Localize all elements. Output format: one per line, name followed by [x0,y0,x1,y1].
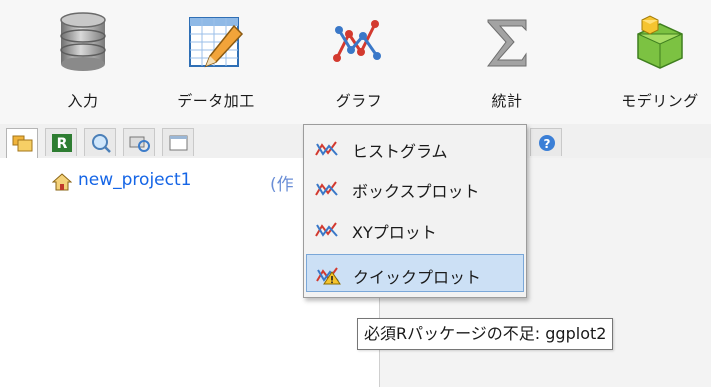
missing-package-tooltip: 必須Rパッケージの不足: ggplot2 [357,318,614,350]
search-icon [92,134,111,153]
tab-window[interactable] [162,128,194,156]
menu-item-xyplot[interactable]: XYプロット [306,210,524,248]
help-icon: ? [539,135,555,151]
menu-item-label: クイックプロット [353,268,482,287]
graph-icon [314,220,340,244]
cubes-icon [632,12,688,76]
refresh-icon [129,136,150,152]
statistics-tool-button[interactable]: 統計 [452,0,562,124]
svg-text:R: R [57,136,68,152]
graph-icon [314,139,340,163]
tab-refresh-view[interactable] [123,128,155,156]
graph-dropdown-menu: ヒストグラム ボックスプロット XYプロット クイックプロット [303,124,527,298]
svg-text:?: ? [544,137,551,151]
input-tool-label: 入力 [67,92,99,110]
data-processing-tool-label: データ加工 [177,92,255,110]
ribbon-toolbar: 入力 データ加工 グラフ 統計 モデリング [0,0,711,124]
modeling-tool-button[interactable]: モデリング [605,0,711,124]
graph-tool-button[interactable]: グラフ [304,0,414,124]
tab-r-console[interactable]: R [45,128,77,156]
tab-project-explorer[interactable] [6,128,38,158]
data-processing-tool-button[interactable]: データ加工 [161,0,271,124]
menu-item-label: ヒストグラム [352,142,448,161]
menu-item-histogram[interactable]: ヒストグラム [306,129,524,167]
project-name: new_project1 [78,170,192,190]
graph-icon [314,179,340,203]
menu-item-quickplot[interactable]: クイックプロット [306,254,524,292]
statistics-tool-label: 統計 [491,92,523,110]
window-icon [169,135,188,151]
home-icon [51,172,73,196]
tab-search[interactable] [84,128,116,156]
graph-tool-label: グラフ [335,92,383,110]
menu-item-label: ボックスプロット [352,182,480,201]
spreadsheet-pencil-icon [186,12,246,76]
project-name-suffix: (作 [270,175,294,195]
line-graph-icon [331,12,387,76]
graph-warning-icon [315,265,341,289]
sigma-icon [484,12,530,76]
database-icon [59,12,107,76]
menu-item-label: XYプロット [352,223,437,242]
menu-item-boxplot[interactable]: ボックスプロット [306,169,524,207]
modeling-tool-label: モデリング [621,92,699,110]
r-console-icon: R [52,134,72,152]
tab-help[interactable]: ? [530,128,562,156]
folders-icon [12,135,33,152]
input-tool-button[interactable]: 入力 [28,0,138,124]
